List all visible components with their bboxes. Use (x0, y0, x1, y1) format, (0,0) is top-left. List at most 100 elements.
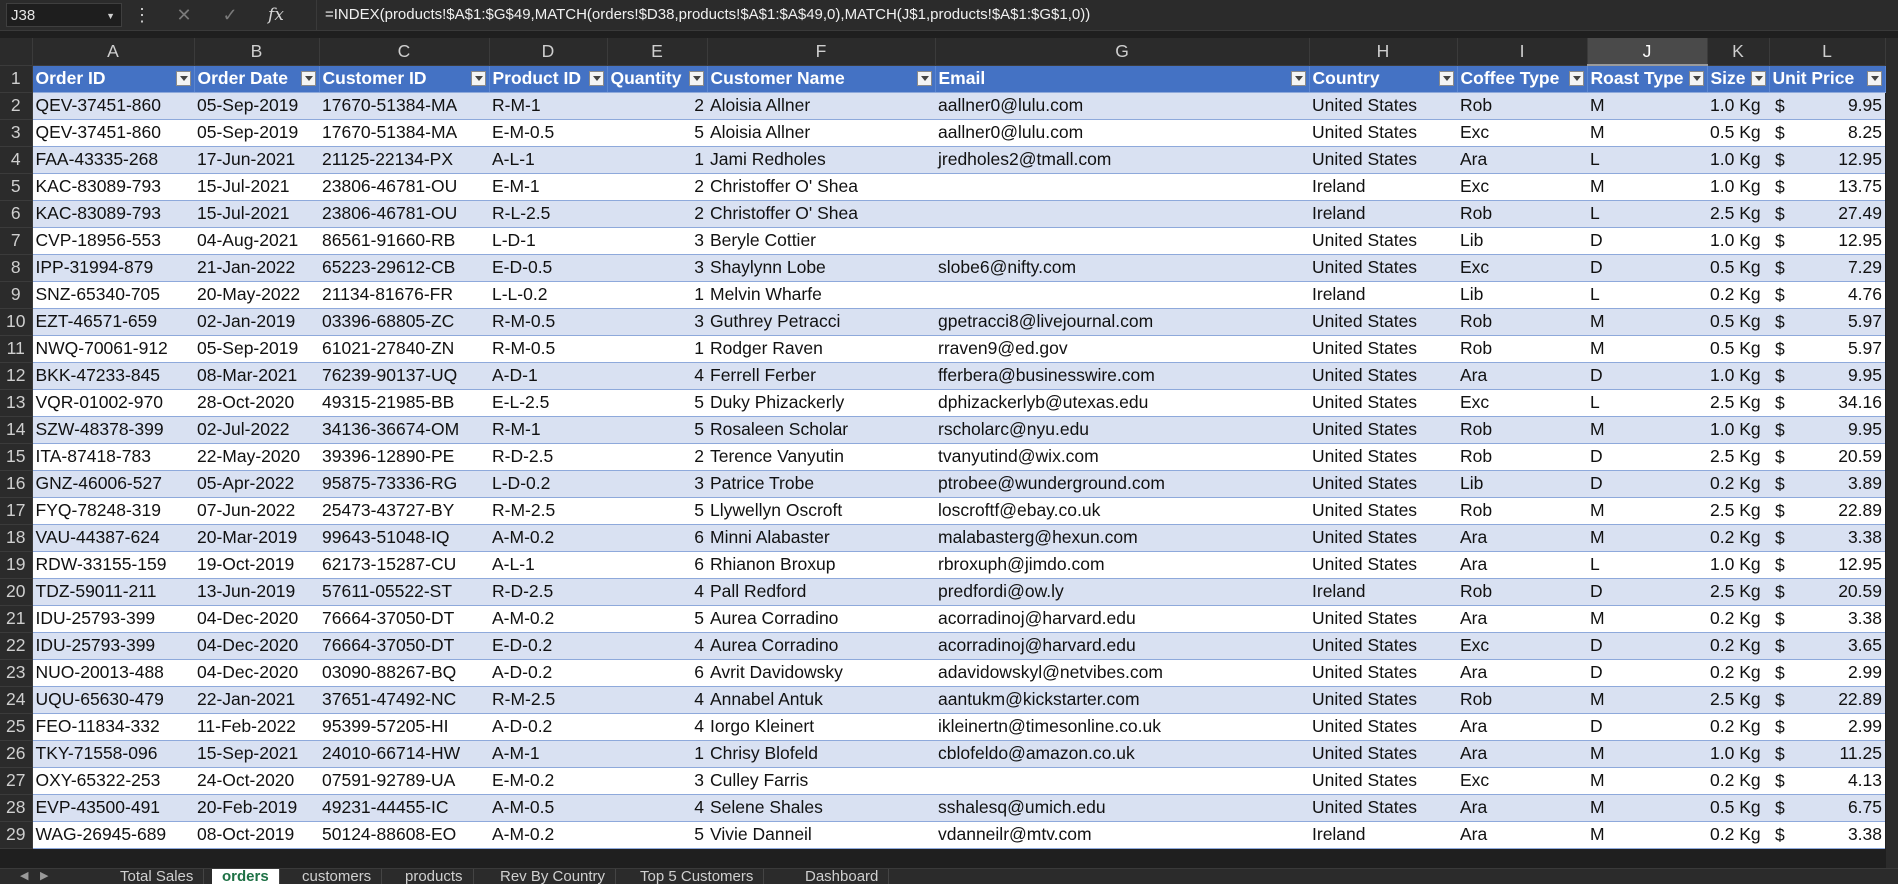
cell-d[interactable]: E-M-0.2 (489, 767, 607, 795)
cell-g[interactable]: acorradinoj@harvard.edu (935, 605, 1309, 633)
cell-d[interactable]: A-M-1 (489, 740, 607, 768)
cell-i[interactable]: Rob (1457, 92, 1587, 120)
cell-a[interactable]: IDU-25793-399 (32, 605, 194, 633)
cell-d[interactable]: A-M-0.5 (489, 794, 607, 822)
cell-k[interactable]: 1.0 Kg (1707, 416, 1769, 444)
cell-h[interactable]: United States (1309, 497, 1457, 525)
cell-i[interactable]: Rob (1457, 497, 1587, 525)
row-header[interactable]: 18 (0, 524, 33, 552)
cell-i[interactable]: Lib (1457, 227, 1587, 255)
cell-a[interactable]: EZT-46571-659 (32, 308, 194, 336)
cell-g[interactable]: slobe6@nifty.com (935, 254, 1309, 282)
cell-c[interactable]: 23806-46781-OU (319, 173, 489, 201)
cell-l[interactable]: $9.95 (1769, 416, 1885, 444)
cell-d[interactable]: L-D-1 (489, 227, 607, 255)
filter-dropdown-icon[interactable] (300, 70, 316, 86)
filter-dropdown-icon[interactable] (1438, 70, 1454, 86)
cell-f[interactable]: Chrisy Blofeld (707, 740, 935, 768)
cell-e[interactable]: 3 (607, 767, 707, 795)
cell-f[interactable]: Guthrey Petracci (707, 308, 935, 336)
cell-h[interactable]: United States (1309, 443, 1457, 471)
cell-k[interactable]: 1.0 Kg (1707, 227, 1769, 255)
cell-c[interactable]: 57611-05522-ST (319, 578, 489, 606)
cell-f[interactable]: Beryle Cottier (707, 227, 935, 255)
cell-a[interactable]: QEV-37451-860 (32, 119, 194, 147)
cell-h[interactable]: United States (1309, 362, 1457, 390)
cancel-icon[interactable]: ✕ (172, 4, 196, 26)
cell-e[interactable]: 1 (607, 146, 707, 174)
cell-j[interactable]: D (1587, 362, 1707, 390)
cell-g[interactable]: acorradinoj@harvard.edu (935, 632, 1309, 660)
cell-c[interactable]: 24010-66714-HW (319, 740, 489, 768)
cell-l[interactable]: $20.59 (1769, 578, 1885, 606)
cell-c[interactable]: 21125-22134-PX (319, 146, 489, 174)
cell-f[interactable]: Pall Redford (707, 578, 935, 606)
cell-b[interactable]: 04-Dec-2020 (194, 659, 319, 687)
table-header-cell[interactable]: Coffee Type (1457, 65, 1588, 93)
cell-f[interactable]: Patrice Trobe (707, 470, 935, 498)
cell-a[interactable]: VQR-01002-970 (32, 389, 194, 417)
cell-b[interactable]: 05-Sep-2019 (194, 335, 319, 363)
cell-e[interactable]: 2 (607, 443, 707, 471)
table-header-cell[interactable]: Roast Type (1587, 65, 1708, 93)
cell-h[interactable]: United States (1309, 767, 1457, 795)
cell-i[interactable]: Rob (1457, 416, 1587, 444)
cell-j[interactable]: M (1587, 173, 1707, 201)
cell-l[interactable]: $20.59 (1769, 443, 1885, 471)
cell-e[interactable]: 4 (607, 632, 707, 660)
cell-j[interactable]: L (1587, 281, 1707, 309)
column-header-i[interactable]: I (1457, 38, 1588, 66)
cell-f[interactable]: Aurea Corradino (707, 605, 935, 633)
cell-g[interactable]: adavidowskyl@netvibes.com (935, 659, 1309, 687)
cell-i[interactable]: Ara (1457, 551, 1587, 579)
cell-e[interactable]: 5 (607, 119, 707, 147)
more-options-icon[interactable]: ⋮ (130, 4, 154, 26)
row-header[interactable]: 25 (0, 713, 33, 741)
cell-l[interactable]: $5.97 (1769, 308, 1885, 336)
table-header-cell[interactable]: Unit Price (1769, 65, 1886, 93)
cell-d[interactable]: A-L-1 (489, 551, 607, 579)
cell-b[interactable]: 15-Jul-2021 (194, 173, 319, 201)
cell-e[interactable]: 3 (607, 227, 707, 255)
cell-a[interactable]: UQU-65630-479 (32, 686, 194, 714)
cell-l[interactable]: $3.38 (1769, 524, 1885, 552)
cell-c[interactable]: 03090-88267-BQ (319, 659, 489, 687)
cell-f[interactable]: Llywellyn Oscroft (707, 497, 935, 525)
cell-h[interactable]: Ireland (1309, 821, 1457, 849)
row-header[interactable]: 2 (0, 92, 33, 120)
cell-j[interactable]: D (1587, 443, 1707, 471)
cell-h[interactable]: United States (1309, 335, 1457, 363)
cell-j[interactable]: M (1587, 740, 1707, 768)
cell-j[interactable]: D (1587, 578, 1707, 606)
cell-a[interactable]: FAA-43335-268 (32, 146, 194, 174)
cell-d[interactable]: R-M-1 (489, 416, 607, 444)
cell-j[interactable]: M (1587, 605, 1707, 633)
cell-b[interactable]: 15-Sep-2021 (194, 740, 319, 768)
row-header[interactable]: 22 (0, 632, 33, 660)
cell-l[interactable]: $8.25 (1769, 119, 1885, 147)
cell-g[interactable]: gpetracci8@livejournal.com (935, 308, 1309, 336)
cell-h[interactable]: United States (1309, 470, 1457, 498)
cell-a[interactable]: IDU-25793-399 (32, 632, 194, 660)
row-header[interactable]: 26 (0, 740, 33, 768)
row-header[interactable]: 16 (0, 470, 33, 498)
cell-j[interactable]: M (1587, 308, 1707, 336)
column-header-l[interactable]: L (1769, 38, 1886, 66)
cell-e[interactable]: 2 (607, 173, 707, 201)
enter-check-icon[interactable]: ✓ (218, 4, 242, 26)
vertical-scrollbar[interactable] (1886, 38, 1898, 878)
cell-g[interactable]: rbroxuph@jimdo.com (935, 551, 1309, 579)
cell-b[interactable]: 08-Oct-2019 (194, 821, 319, 849)
cell-h[interactable]: Ireland (1309, 173, 1457, 201)
cell-i[interactable]: Exc (1457, 173, 1587, 201)
cell-j[interactable]: L (1587, 389, 1707, 417)
row-header[interactable]: 21 (0, 605, 33, 633)
cell-d[interactable]: A-M-0.2 (489, 605, 607, 633)
cell-f[interactable]: Selene Shales (707, 794, 935, 822)
cell-l[interactable]: $3.38 (1769, 821, 1885, 849)
cell-h[interactable]: United States (1309, 146, 1457, 174)
cell-g[interactable]: aallner0@lulu.com (935, 119, 1309, 147)
cell-h[interactable]: United States (1309, 119, 1457, 147)
cell-c[interactable]: 03396-68805-ZC (319, 308, 489, 336)
cell-g[interactable]: cblofeldo@amazon.co.uk (935, 740, 1309, 768)
